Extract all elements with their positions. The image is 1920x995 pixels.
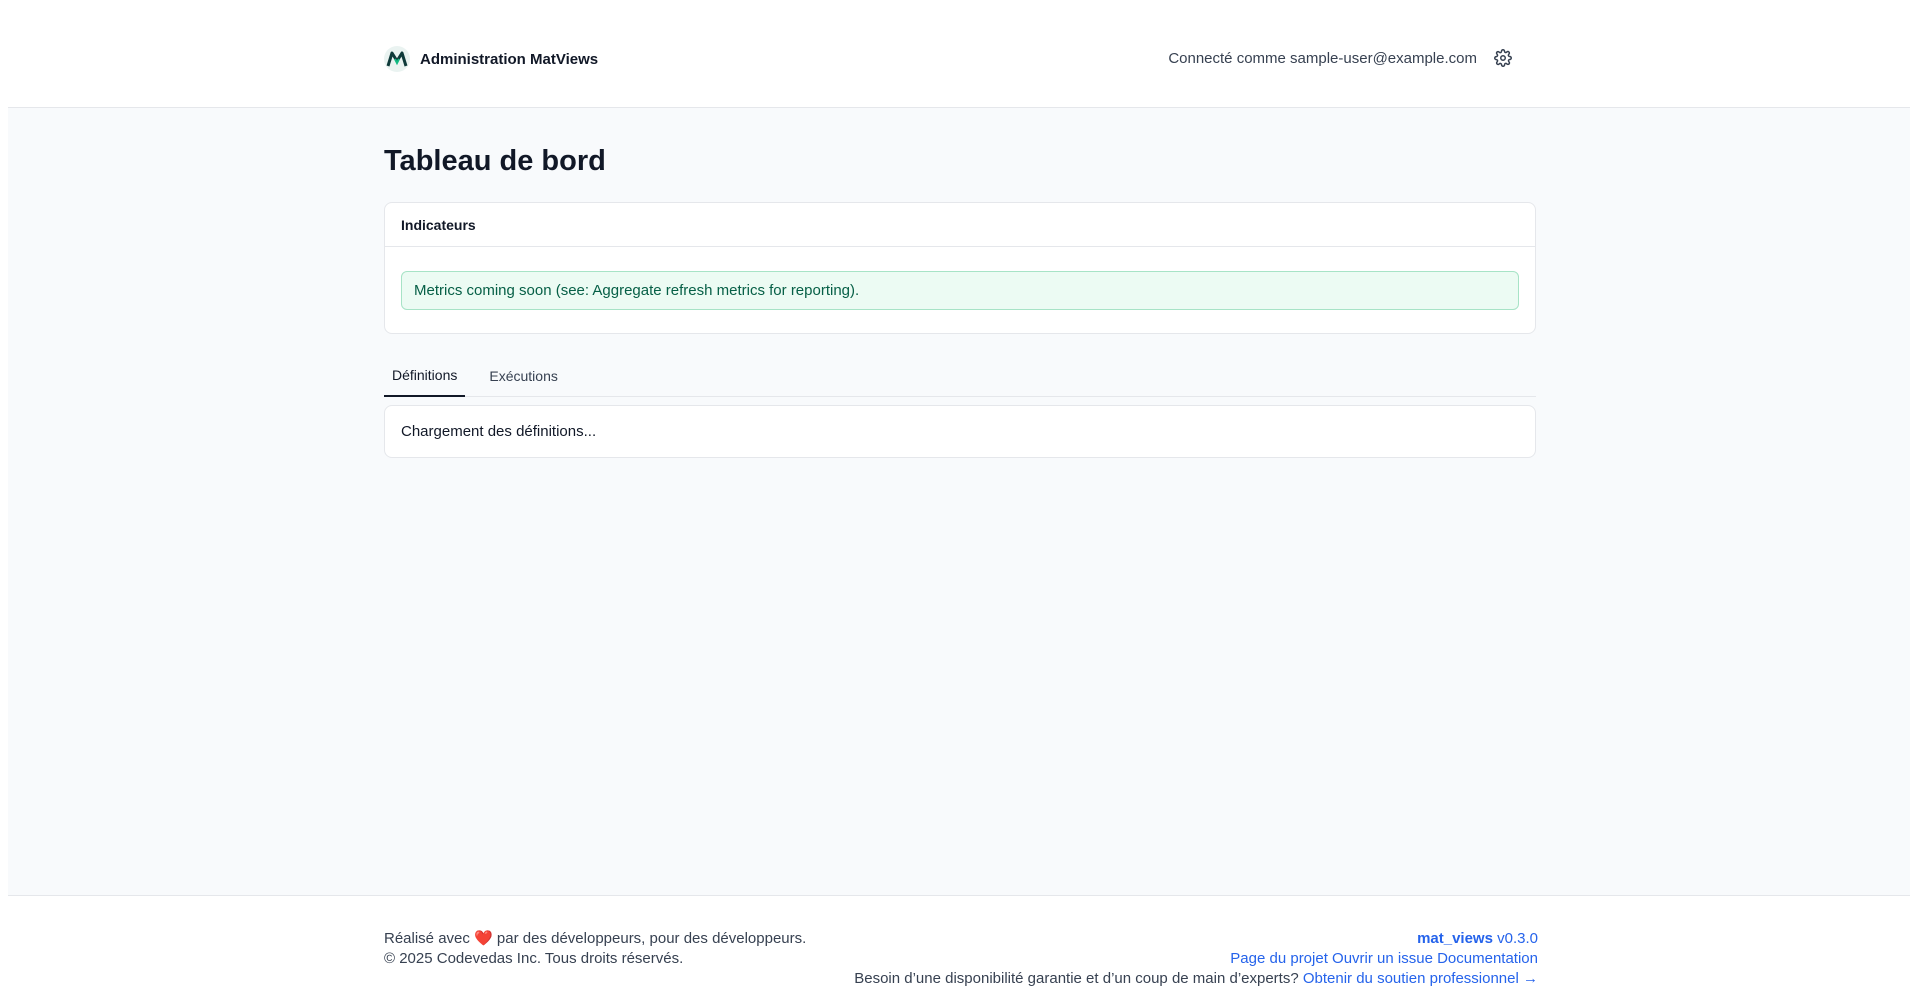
support-prompt: Besoin d’une disponibilité garantie et d… [854,970,1299,987]
top-navbar: Administration MatViews Connecté comme s… [8,8,1910,108]
metrics-info-alert: Metrics coming soon (see: Aggregate refr… [401,271,1519,310]
open-issue-link[interactable]: Ouvrir un issue [1332,950,1433,967]
definitions-panel: Chargement des définitions... [384,405,1536,458]
signed-in-user: Connecté comme sample-user@example.com [1168,49,1477,67]
package-name-link[interactable]: mat_views [1417,930,1493,947]
footer: Réalisé avec ❤️ par des développeurs, po… [8,895,1910,995]
metrics-card: Indicateurs Metrics coming soon (see: Ag… [384,202,1536,334]
gear-icon[interactable] [1493,48,1513,68]
support-line: Besoin d’une disponibilité garantie et d… [854,969,1538,989]
footer-credits: Réalisé avec ❤️ par des développeurs, po… [384,929,806,969]
app-frame: Administration MatViews Connecté comme s… [8,8,1910,995]
page-title: Tableau de bord [384,145,606,177]
metrics-card-title: Indicateurs [385,203,1535,247]
brand[interactable]: Administration MatViews [384,46,598,72]
brand-name: Administration MatViews [420,50,599,68]
tab-definitions[interactable]: Définitions [384,355,466,397]
user-area: Connecté comme sample-user@example.com [1168,48,1513,68]
matviews-logo-icon [384,46,410,72]
heart-icon: ❤️ [474,930,493,947]
made-with-line: Réalisé avec ❤️ par des développeurs, po… [384,929,806,949]
professional-support-link[interactable]: Obtenir du soutien professionnel → [1303,970,1538,987]
package-version-line: mat_views v0.3.0 [854,929,1538,949]
project-page-link[interactable]: Page du projet [1230,950,1328,967]
footer-links: mat_views v0.3.0 Page du projet Ouvrir u… [854,929,1538,989]
made-with-prefix: Réalisé avec [384,930,470,947]
copyright: © 2025 Codevedas Inc. Tous droits réserv… [384,950,684,967]
tab-bar: Définitions Exécutions [384,355,1536,397]
made-with-suffix: par des développeurs, pour des développe… [496,930,807,947]
documentation-link[interactable]: Documentation [1437,950,1538,967]
version-label: v0.3.0 [1497,930,1538,947]
definitions-loading-text: Chargement des définitions... [401,423,597,440]
resource-links: Page du projet Ouvrir un issue Documenta… [854,949,1538,969]
tab-executions[interactable]: Exécutions [481,355,565,396]
